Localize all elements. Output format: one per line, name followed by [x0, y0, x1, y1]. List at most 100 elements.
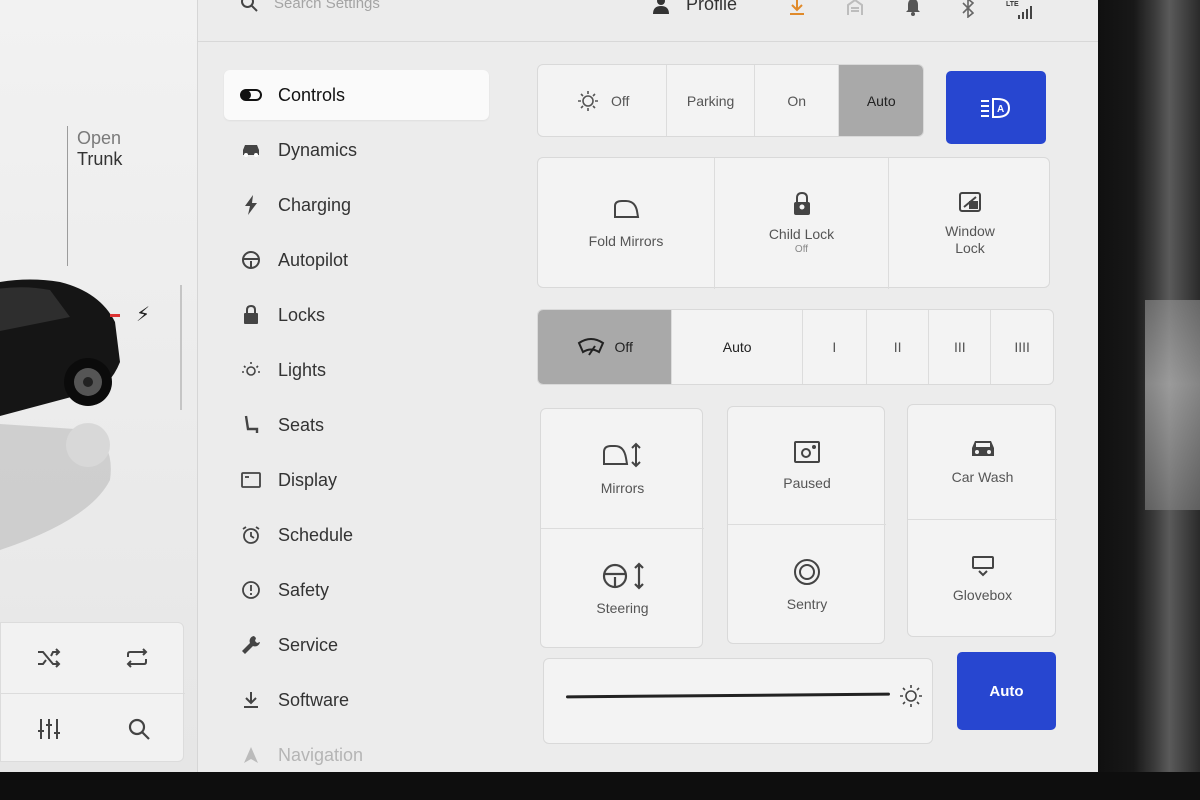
pane-scroll-indicator [180, 285, 182, 410]
garage-icon[interactable] [846, 0, 864, 16]
nav-item-seats[interactable]: Seats [224, 400, 489, 450]
sentry-icon [794, 559, 820, 585]
nav-item-dynamics[interactable]: Dynamics [224, 125, 489, 175]
wipers-speed-4-option[interactable]: IIII [991, 310, 1053, 384]
option-label: Auto [866, 92, 896, 109]
nav-item-lights[interactable]: Lights [224, 345, 489, 395]
child-lock-icon [793, 192, 810, 215]
headlights-on-option[interactable]: On [755, 65, 840, 136]
trunk-label: Trunk [77, 149, 123, 169]
bluetooth-icon[interactable] [962, 0, 974, 18]
steering-label: Steering [596, 600, 649, 616]
equalizer-icon[interactable] [29, 709, 69, 749]
dashcam-button[interactable]: Paused [728, 407, 886, 524]
search-settings-input[interactable]: Search Settings [240, 0, 380, 12]
bolt-icon [240, 195, 262, 215]
download-icon[interactable] [789, 0, 805, 16]
glovebox-button[interactable]: Glovebox [908, 520, 1057, 638]
dashcam-icon [794, 440, 820, 463]
steering-wheel-icon [240, 250, 262, 270]
wipers-auto-option[interactable]: Auto [672, 310, 803, 384]
child-lock-button[interactable]: Child Lock Off [715, 158, 888, 289]
wipers-speed-2-option[interactable]: II [867, 310, 930, 384]
repeat-icon[interactable] [117, 638, 157, 678]
nav-label: Schedule [278, 524, 354, 545]
bell-icon[interactable] [905, 0, 921, 16]
nav-item-navigation[interactable]: Navigation [224, 730, 489, 772]
sentry-button[interactable]: Sentry [728, 525, 886, 645]
shuffle-icon[interactable] [29, 638, 69, 678]
car-wash-icon [971, 441, 994, 456]
headlights-auto-option[interactable]: Auto [839, 65, 923, 136]
mirrors-button[interactable]: Mirrors [541, 409, 704, 528]
nav-item-controls[interactable]: Controls [224, 70, 489, 120]
option-label: Off [610, 92, 630, 109]
charge-port-icon[interactable]: ⚡︎ [136, 302, 150, 327]
car-wash-label: Car Wash [951, 469, 1014, 485]
touchscreen: Open Trunk ⚡︎ Search Settings Profile LT… [0, 0, 1100, 772]
car-reflection [0, 423, 111, 550]
search-icon [241, 0, 258, 12]
option-label: III [954, 339, 966, 355]
brightness-panel [543, 658, 933, 744]
option-label: II [893, 339, 902, 355]
nav-item-safety[interactable]: Safety [224, 565, 489, 615]
brightness-sun-icon [900, 685, 922, 707]
settings-nav: Controls Dynamics Charging Autopilot Loc… [224, 70, 489, 772]
brightness-auto-label: Auto [989, 682, 1024, 700]
wipers-speed-3-option[interactable]: III [929, 310, 992, 384]
car-wash-button[interactable]: Car Wash [908, 405, 1057, 519]
option-label: Parking [686, 92, 735, 109]
child-lock-state: Off [794, 244, 809, 255]
wipers-speed-1-option[interactable]: I [803, 310, 867, 384]
window-lock-line1: Window [945, 222, 995, 239]
nav-label: Service [278, 634, 339, 655]
wipers-off-option[interactable]: Off [538, 310, 673, 384]
svg-text:A: A [997, 104, 1004, 115]
nav-label: Autopilot [278, 249, 349, 270]
car-icon [240, 143, 262, 157]
search-placeholder: Search Settings [274, 0, 380, 12]
open-trunk-button[interactable]: Open Trunk [77, 128, 122, 170]
dashcam-label: Paused [783, 474, 831, 491]
nav-label: Controls [278, 84, 346, 105]
lte-label: LTE [1006, 1, 1019, 8]
headlights-off-option[interactable]: Off [538, 65, 668, 136]
option-label: IIII [1014, 339, 1030, 355]
brightness-auto-button[interactable]: Auto [957, 652, 1056, 730]
nav-item-autopilot[interactable]: Autopilot [224, 235, 489, 285]
mirror-icon [614, 199, 640, 218]
light-icon [577, 90, 598, 111]
steering-button[interactable]: Steering [541, 529, 704, 649]
misc-panel: Car Wash Glovebox [907, 404, 1057, 638]
person-icon [653, 0, 669, 14]
window-lock-button[interactable]: Window Lock [889, 158, 1051, 289]
profile-button[interactable]: Profile [652, 0, 737, 15]
screen-bezel-bottom [0, 772, 1200, 800]
media-controls [0, 622, 185, 762]
mirror-lock-panel: Fold Mirrors Child Lock Off Window Lock [537, 157, 1051, 289]
fold-mirrors-button[interactable]: Fold Mirrors [538, 158, 714, 289]
alarm-clock-icon [240, 525, 262, 545]
headlights-parking-option[interactable]: Parking [667, 65, 755, 136]
lock-icon [240, 305, 262, 325]
nav-item-software[interactable]: Software [224, 675, 489, 725]
nav-item-service[interactable]: Service [224, 620, 489, 670]
nav-item-charging[interactable]: Charging [224, 180, 489, 230]
adjust-panel: Mirrors Steering [540, 408, 704, 649]
search-icon[interactable] [119, 709, 159, 749]
nav-label: Lights [278, 359, 327, 380]
nav-item-locks[interactable]: Locks [224, 290, 489, 340]
sentry-label: Sentry [786, 596, 828, 612]
window-lock-line2: Lock [955, 239, 985, 256]
auto-high-beam-button[interactable]: A [946, 71, 1046, 144]
nav-item-display[interactable]: Display [224, 455, 489, 505]
wrench-icon [240, 635, 262, 655]
light-icon [240, 360, 262, 380]
lte-signal-icon: LTE [1006, 0, 1036, 22]
nav-item-schedule[interactable]: Schedule [224, 510, 489, 560]
option-label: Off [614, 339, 633, 355]
child-lock-label: Child Lock [768, 226, 835, 242]
nav-label: Safety [278, 579, 330, 600]
wiper-icon [577, 338, 604, 356]
